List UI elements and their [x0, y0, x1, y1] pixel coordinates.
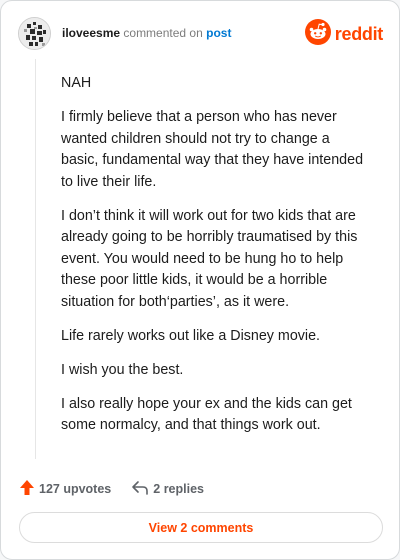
reddit-snoo-icon	[304, 18, 331, 50]
comment-paragraph: NAH	[61, 75, 92, 91]
comment-paragraph: I don’t think it will work out for two k…	[61, 207, 358, 310]
thread-line	[35, 59, 36, 459]
upvote-button[interactable]: 127 upvotes	[19, 479, 111, 499]
reddit-wordmark: reddit	[334, 23, 384, 44]
comment-paragraph: I firmly believe that a person who has n…	[61, 109, 364, 190]
avatar[interactable]	[18, 17, 51, 50]
reply-arrow-icon	[131, 480, 149, 499]
comment-paragraph: Life rarely works out like a Disney movi…	[61, 327, 321, 344]
upvote-arrow-icon	[19, 479, 35, 499]
comment-header: iloveesme commented on post reddit	[18, 17, 383, 51]
view-comments-button[interactable]: View 2 comments	[19, 512, 383, 543]
comment-paragraph: I also really hope your ex and the kids …	[61, 395, 352, 434]
comment-body: NAH I firmly believe that a person who h…	[61, 73, 367, 449]
action-text: commented on	[123, 26, 203, 40]
reply-button[interactable]: 2 replies	[131, 480, 204, 499]
comment-footer: 127 upvotes 2 replies	[19, 479, 381, 499]
upvote-count: 127 upvotes	[39, 482, 112, 496]
reply-count: 2 replies	[153, 482, 204, 496]
comment-paragraph: I wish you the best.	[61, 361, 184, 378]
post-link[interactable]: post	[206, 26, 231, 40]
username-link[interactable]: iloveesme	[62, 26, 120, 40]
comment-meta: iloveesme commented on post	[62, 26, 231, 40]
comment-card: iloveesme commented on post reddit NAH I…	[0, 0, 400, 560]
reddit-logo[interactable]: reddit	[304, 18, 384, 50]
